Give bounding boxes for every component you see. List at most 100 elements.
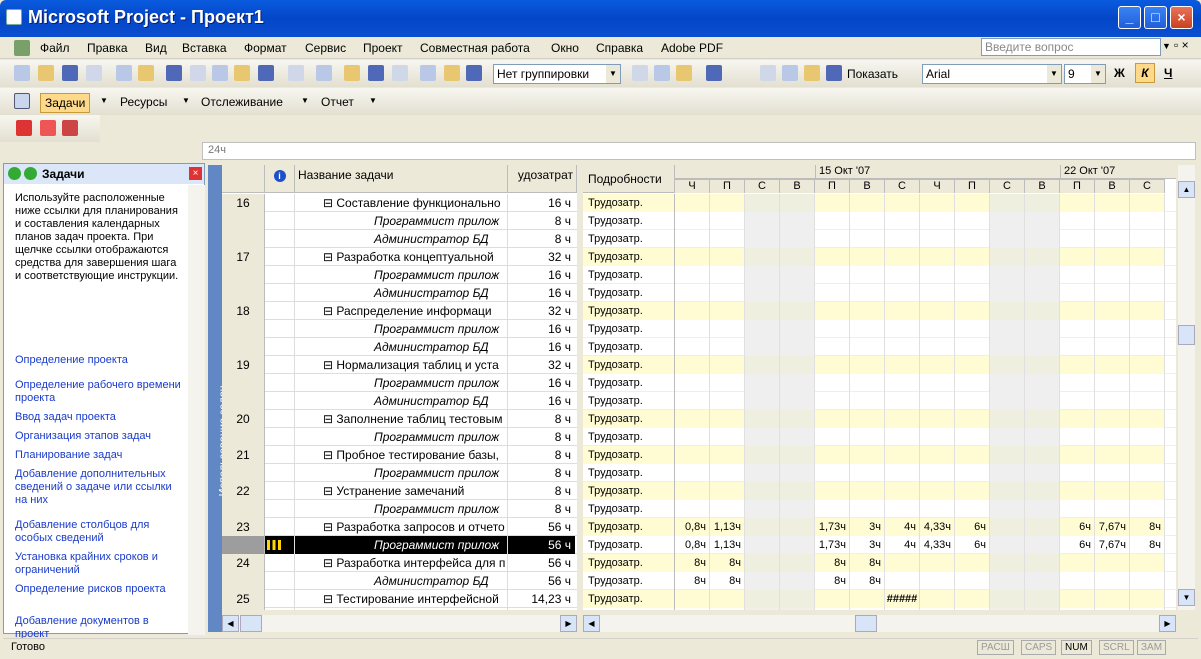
usage-cell[interactable] <box>990 284 1025 302</box>
usage-cell[interactable] <box>815 284 850 302</box>
usage-cell[interactable] <box>1095 446 1130 464</box>
link-icon[interactable] <box>344 65 360 81</box>
usage-cell[interactable] <box>1025 464 1060 482</box>
usage-cell[interactable] <box>850 248 885 266</box>
usage-cell[interactable] <box>710 356 745 374</box>
usage-cell[interactable] <box>850 212 885 230</box>
entry-bar[interactable]: 24ч <box>202 142 1196 160</box>
usage-cell[interactable] <box>1060 410 1095 428</box>
usage-cell[interactable]: 1,73ч <box>815 536 850 554</box>
work-cell[interactable]: 32 ч <box>508 356 575 374</box>
usage-cell[interactable]: 0,8ч <box>675 536 710 554</box>
scroll-up-icon[interactable]: ▲ <box>1178 181 1195 198</box>
usage-cell[interactable] <box>990 230 1025 248</box>
usage-cell[interactable] <box>920 230 955 248</box>
work-cell[interactable]: 8 ч <box>508 230 575 248</box>
row-id[interactable]: 17 <box>222 248 265 266</box>
usage-cell[interactable] <box>780 428 815 446</box>
scroll-left-icon[interactable]: ◀ <box>222 615 239 632</box>
task-name-cell[interactable]: Программист прилож <box>295 500 508 518</box>
usage-cell[interactable] <box>675 356 710 374</box>
usage-cell[interactable] <box>780 500 815 518</box>
work-header[interactable]: удозатрат <box>508 165 577 193</box>
usage-cell[interactable] <box>675 338 710 356</box>
usage-cell[interactable] <box>745 212 780 230</box>
usage-cell[interactable] <box>920 464 955 482</box>
row-id[interactable] <box>222 464 265 482</box>
work-cell[interactable]: 8 ч <box>508 446 575 464</box>
italic-button[interactable]: К <box>1135 63 1155 83</box>
menu-item[interactable]: Вид <box>145 41 167 55</box>
usage-cell[interactable] <box>990 302 1025 320</box>
work-cell[interactable]: 16 ч <box>508 266 575 284</box>
usage-cell[interactable] <box>850 410 885 428</box>
scroll-thumb[interactable] <box>240 615 262 632</box>
usage-cell[interactable] <box>1025 320 1060 338</box>
usage-cell[interactable] <box>885 212 920 230</box>
usage-cell[interactable] <box>780 194 815 212</box>
task-pane-link[interactable]: Определение рисков проекта <box>15 583 185 596</box>
usage-cell[interactable] <box>815 446 850 464</box>
usage-vertical-scrollbar[interactable]: ▲ ▼ <box>1178 165 1195 610</box>
usage-cell[interactable] <box>815 230 850 248</box>
row-id[interactable]: 19 <box>222 356 265 374</box>
usage-cell[interactable] <box>745 446 780 464</box>
row-id[interactable] <box>222 608 265 610</box>
row-id[interactable] <box>222 392 265 410</box>
usage-cell[interactable] <box>780 392 815 410</box>
usage-cell[interactable] <box>1130 446 1165 464</box>
task-name-cell[interactable]: Программист прилож <box>295 428 508 446</box>
usage-cell[interactable] <box>920 338 955 356</box>
usage-cell[interactable] <box>745 482 780 500</box>
usage-cell[interactable] <box>815 590 850 608</box>
row-id[interactable]: 23 <box>222 518 265 536</box>
usage-cell[interactable] <box>675 446 710 464</box>
usage-cell[interactable] <box>1060 482 1095 500</box>
chevron-down-icon[interactable]: ▼ <box>100 96 108 105</box>
task-name-cell[interactable]: ⊟ Нормализация таблиц и уста <box>295 356 508 374</box>
usage-cell[interactable] <box>1130 212 1165 230</box>
usage-cell[interactable] <box>1060 554 1095 572</box>
usage-cell[interactable] <box>920 572 955 590</box>
usage-cell[interactable] <box>920 212 955 230</box>
usage-cell[interactable] <box>990 392 1025 410</box>
collapse-icon[interactable]: ⊟ <box>323 196 336 210</box>
usage-cell[interactable] <box>1025 482 1060 500</box>
task-name-cell[interactable]: ⊟ Разработка запросов и отчето <box>295 518 508 536</box>
menu-item[interactable]: Справка <box>596 41 643 55</box>
view-bar-icon[interactable] <box>14 93 30 109</box>
menu-item[interactable]: Файл <box>40 41 70 55</box>
table-row[interactable]: 23 ⊟ Разработка запросов и отчето 56 ч <box>222 518 577 536</box>
publish-icon[interactable] <box>466 65 482 81</box>
add-icon[interactable] <box>804 65 820 81</box>
scroll-thumb[interactable] <box>1178 325 1195 345</box>
usage-cell[interactable] <box>1095 590 1130 608</box>
table-row[interactable]: 22 ⊟ Устранение замечаний 8 ч <box>222 482 577 500</box>
work-cell[interactable]: 16 ч <box>508 320 575 338</box>
menu-item[interactable]: Вставка <box>182 41 227 55</box>
usage-cell[interactable] <box>675 230 710 248</box>
task-name-cell[interactable]: ⊟ Разработка интерфейса для п <box>295 554 508 572</box>
usage-cell[interactable] <box>1060 590 1095 608</box>
usage-cell[interactable] <box>745 356 780 374</box>
usage-cell[interactable] <box>1130 428 1165 446</box>
usage-cell[interactable] <box>955 572 990 590</box>
usage-cell[interactable] <box>850 392 885 410</box>
usage-cell[interactable] <box>1130 608 1165 610</box>
usage-cell[interactable]: 8ч <box>1130 518 1165 536</box>
usage-cell[interactable] <box>780 212 815 230</box>
usage-cell[interactable] <box>780 536 815 554</box>
usage-cell[interactable] <box>675 428 710 446</box>
usage-cell[interactable] <box>885 320 920 338</box>
usage-cell[interactable] <box>710 608 745 610</box>
new-icon[interactable] <box>14 65 30 81</box>
usage-cell[interactable] <box>1025 284 1060 302</box>
task-name-cell[interactable]: ⊟ Составление функционально <box>295 194 508 212</box>
usage-cell[interactable] <box>710 248 745 266</box>
work-cell[interactable]: 8 ч <box>508 464 575 482</box>
usage-cell[interactable] <box>1095 212 1130 230</box>
usage-cell[interactable] <box>1130 374 1165 392</box>
table-row[interactable]: 21 ⊟ Пробное тестирование базы, 8 ч <box>222 446 577 464</box>
paste-icon[interactable] <box>234 65 250 81</box>
usage-cell[interactable] <box>920 194 955 212</box>
